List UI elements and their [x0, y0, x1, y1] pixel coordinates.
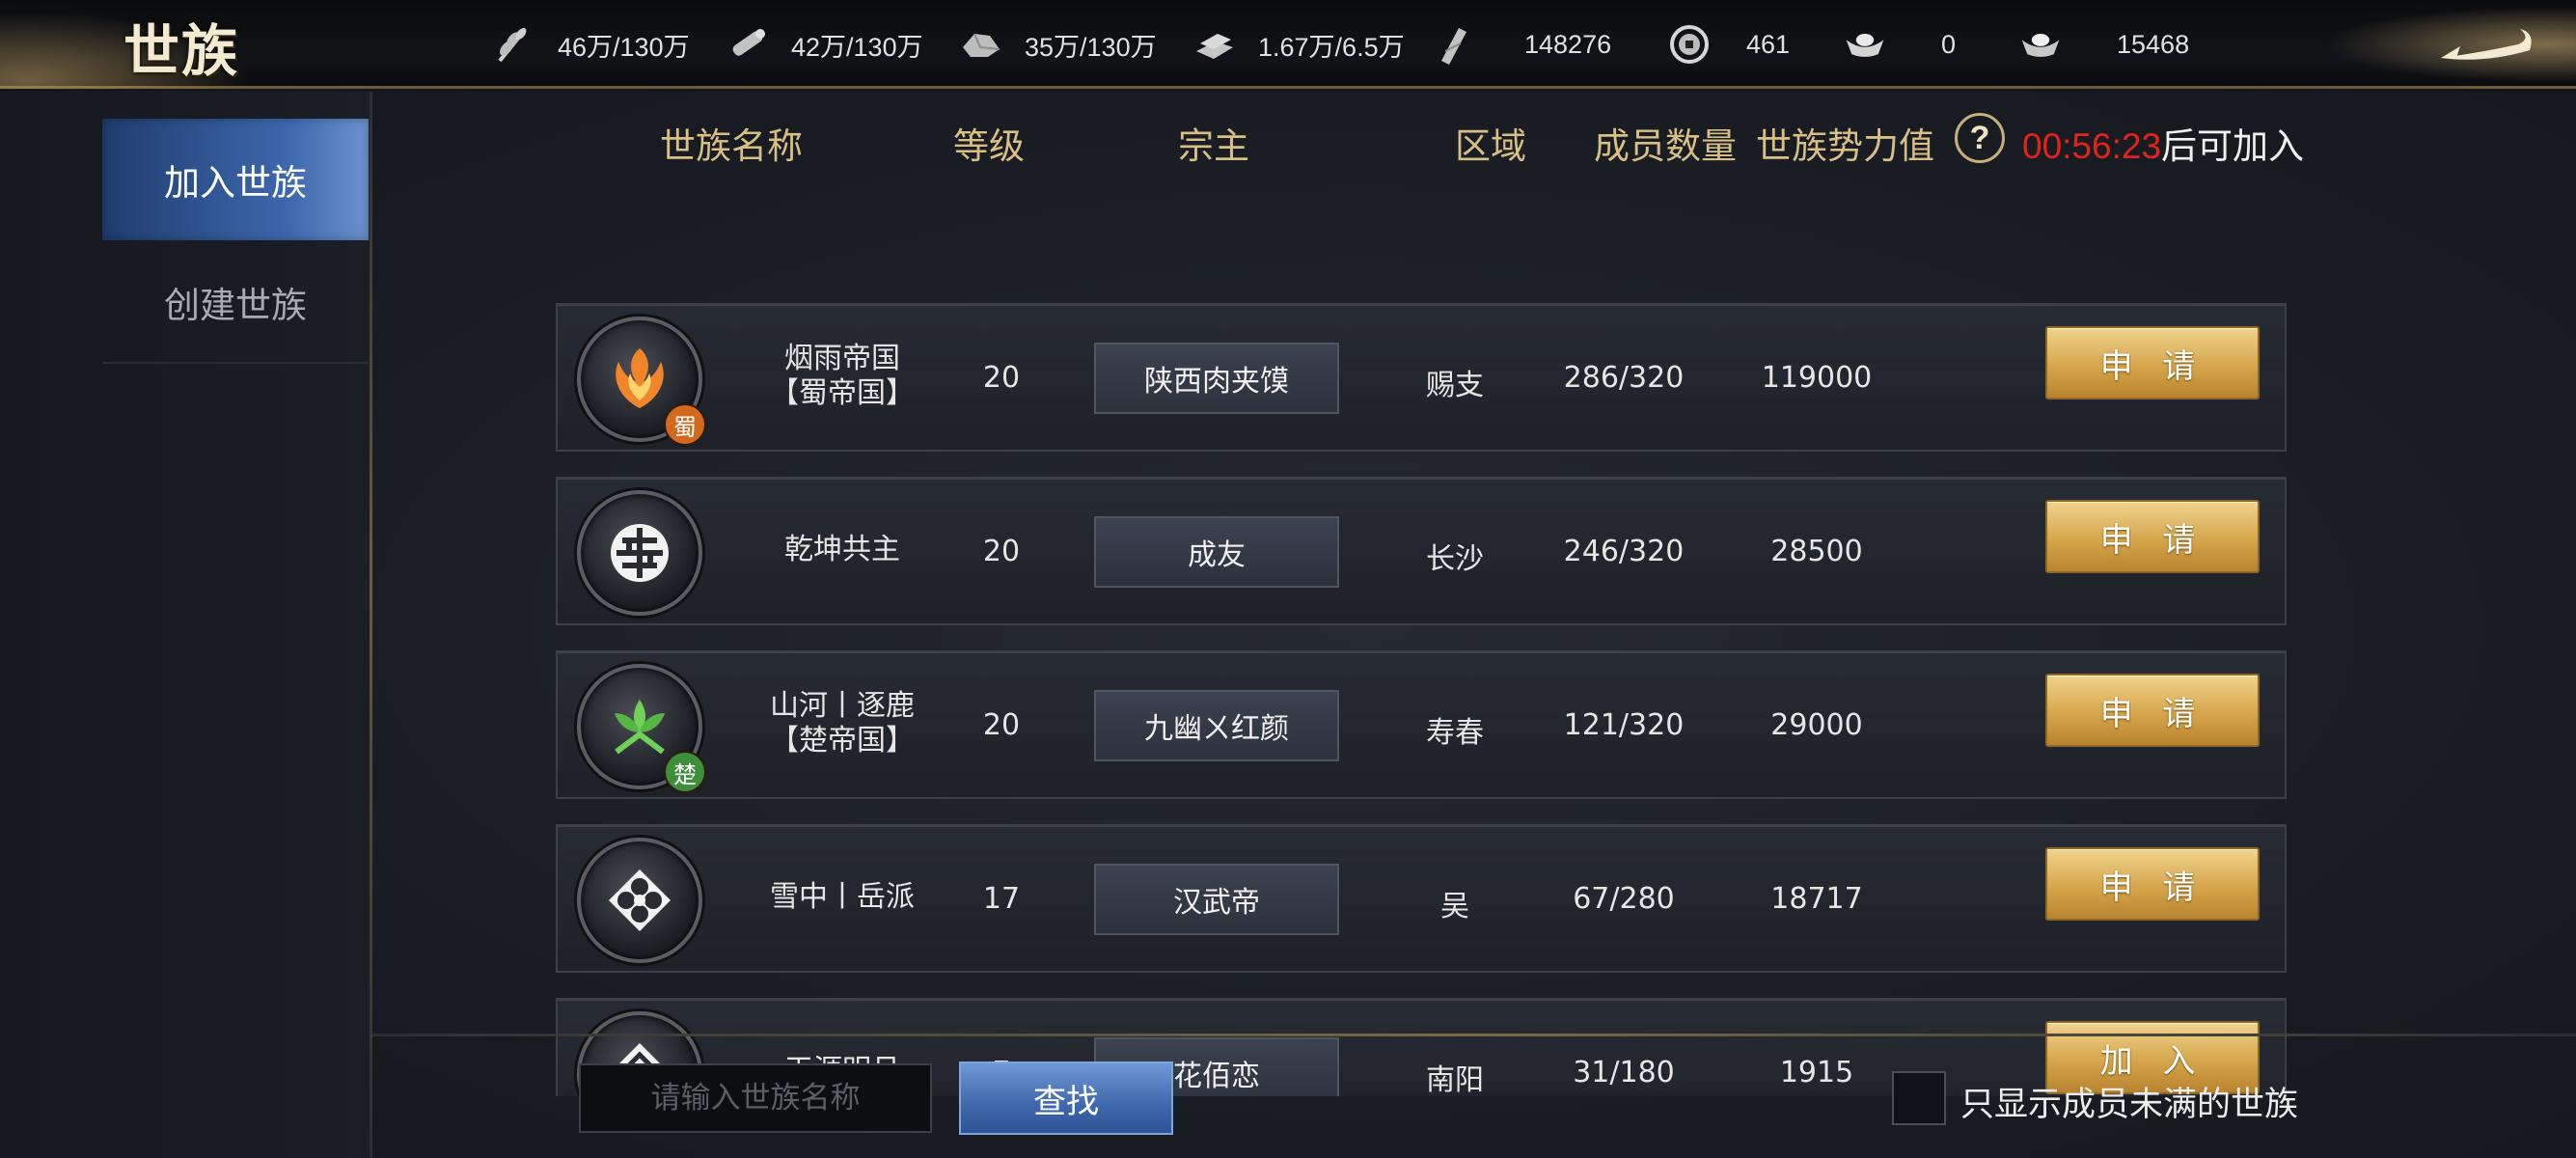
lotus-emblem-icon: 楚 — [577, 664, 706, 793]
clan-realm: 【蜀帝国】 — [770, 376, 915, 410]
resource-grain[interactable]: 46万/130万 — [492, 15, 690, 73]
clan-power: 18717 — [1770, 882, 1863, 916]
realm-badge: 楚 — [664, 751, 706, 793]
resource-copper[interactable]: 461 — [1667, 15, 1790, 73]
clan-power: 28500 — [1770, 535, 1863, 568]
resource-gold[interactable]: 0 — [1843, 15, 1956, 73]
column-header-region: 区域 — [1455, 125, 1526, 167]
flower-emblem-icon — [577, 838, 702, 963]
search-button[interactable]: 查找 — [959, 1062, 1173, 1135]
help-icon[interactable]: ? — [1955, 113, 2005, 163]
clan-name-line1: 山河丨逐鹿 — [770, 689, 915, 723]
resource-stone[interactable]: 35万/130万 — [959, 15, 1157, 73]
table-row[interactable]: 乾坤共主 20 成友 长沙 246/320 28500 申 请 — [556, 477, 2287, 625]
clan-level: 17 — [982, 882, 1021, 916]
column-header-level: 等级 — [953, 125, 1025, 167]
sidebar: 加入世族 创建世族 — [0, 92, 372, 1158]
clan-level: 20 — [982, 708, 1021, 742]
table-header: 世族名称 等级 宗主 区域 成员数量 世族势力值 ? 00:56:23后可加入 — [372, 92, 2576, 188]
clan-realm: 【楚帝国】 — [770, 724, 915, 758]
phoenix-emblem-icon: 蜀 — [577, 317, 706, 446]
countdown-suffix: 后可加入 — [2161, 125, 2305, 167]
apply-button[interactable]: 申 请 — [2045, 674, 2260, 747]
clan-power: 119000 — [1761, 361, 1873, 395]
member-count: 31/180 — [1573, 1056, 1675, 1089]
clan-region: 赐支 — [1426, 369, 1484, 402]
countdown-time: 00:56:23 — [2022, 126, 2162, 166]
member-count: 121/320 — [1563, 708, 1685, 742]
filter-not-full-checkbox[interactable] — [1892, 1071, 1946, 1125]
resource-decree[interactable]: 148276 — [1432, 15, 1611, 73]
clan-level: 20 — [982, 361, 1021, 395]
top-bar: 世族 46万/130万 42万/130万 35万/130万 1.67万/6.5万… — [0, 0, 2576, 89]
table-row[interactable]: 楚 山河丨逐鹿 【楚帝国】 20 九幽ㄨ红颜 寿春 121/320 29000 … — [556, 650, 2287, 799]
clan-name: 烟雨帝国 【蜀帝国】 — [722, 342, 963, 411]
resource-iron[interactable]: 1.67万/6.5万 — [1192, 15, 1405, 73]
footer-divider — [372, 1034, 2576, 1036]
column-header-leader: 宗主 — [1178, 125, 1249, 167]
back-arrow-icon — [2441, 29, 2532, 60]
table-row[interactable]: 蜀 烟雨帝国 【蜀帝国】 20 陕西肉夹馍 赐支 286/320 119000 … — [556, 303, 2287, 452]
table-row[interactable]: 雪中丨岳派 17 汉武帝 吴 67/280 18717 申 请 — [556, 824, 2287, 973]
apply-button[interactable]: 申 请 — [2045, 500, 2260, 573]
leader-name[interactable]: 陕西肉夹馍 — [1094, 343, 1339, 414]
realm-badge: 蜀 — [664, 403, 706, 446]
clan-region: 吴 — [1440, 890, 1469, 924]
copper-coin-icon — [1667, 22, 1712, 67]
leader-name[interactable]: 九幽ㄨ红颜 — [1094, 690, 1339, 761]
clan-name-line1: 烟雨帝国 — [784, 342, 900, 375]
clan-name: 山河丨逐鹿 【楚帝国】 — [722, 689, 963, 758]
leader-name[interactable]: 汉武帝 — [1094, 864, 1339, 935]
clan-list-panel: 世族名称 等级 宗主 区域 成员数量 世族势力值 ? 00:56:23后可加入 … — [372, 92, 2576, 1158]
filter-not-full-label: 只显示成员未满的世族 — [1960, 1086, 2299, 1124]
sidebar-item-join-clan[interactable]: 加入世族 — [102, 119, 369, 240]
clan-name: 乾坤共主 — [722, 533, 963, 567]
resource-value: 461 — [1746, 29, 1791, 59]
clan-list[interactable]: 蜀 烟雨帝国 【蜀帝国】 20 陕西肉夹馍 赐支 286/320 119000 … — [372, 207, 2576, 1096]
resource-value: 46万/130万 — [558, 32, 690, 62]
silver-ingot-icon — [2018, 22, 2063, 67]
longevity-emblem-icon — [577, 490, 702, 616]
stone-icon — [959, 22, 1003, 67]
wood-icon — [726, 22, 770, 67]
column-header-members: 成员数量 — [1594, 125, 1737, 167]
clan-region: 长沙 — [1426, 542, 1484, 576]
resource-silver[interactable]: 15468 — [2018, 15, 2189, 73]
clan-search-input[interactable] — [579, 1063, 932, 1133]
clan-region: 寿春 — [1426, 716, 1484, 750]
resource-value: 148276 — [1524, 29, 1612, 59]
apply-button[interactable]: 申 请 — [2045, 847, 2260, 921]
clan-region: 南阳 — [1426, 1063, 1484, 1096]
clan-level: 20 — [982, 535, 1021, 568]
resource-wood[interactable]: 42万/130万 — [726, 15, 923, 73]
resource-value: 15468 — [2117, 29, 2190, 59]
decree-icon — [1432, 22, 1476, 67]
clan-name: 雪中丨岳派 — [722, 880, 963, 915]
clan-name-line1: 乾坤共主 — [784, 533, 900, 566]
resource-value: 1.67万/6.5万 — [1258, 32, 1405, 62]
sidebar-item-label: 加入世族 — [164, 162, 307, 204]
sidebar-item-label: 创建世族 — [164, 285, 307, 326]
resource-value: 42万/130万 — [791, 32, 923, 62]
apply-button[interactable]: 申 请 — [2045, 326, 2260, 400]
member-count: 286/320 — [1563, 361, 1685, 395]
page-title: 世族 — [123, 18, 240, 84]
leader-name[interactable]: 成友 — [1094, 516, 1339, 588]
column-header-name: 世族名称 — [660, 125, 803, 167]
join-countdown: 00:56:23后可加入 — [2022, 117, 2304, 169]
gold-ingot-icon — [1843, 22, 1887, 67]
grain-icon — [492, 22, 536, 67]
sidebar-item-create-clan[interactable]: 创建世族 — [102, 242, 369, 364]
member-count: 67/280 — [1573, 882, 1675, 916]
column-header-power: 世族势力值 — [1756, 125, 1934, 167]
clan-name-line1: 雪中丨岳派 — [770, 880, 915, 914]
iron-icon — [1192, 22, 1237, 67]
back-button[interactable] — [2435, 14, 2541, 71]
clan-power: 1915 — [1779, 1056, 1854, 1089]
resource-value: 35万/130万 — [1025, 32, 1157, 62]
resource-value: 0 — [1941, 29, 1957, 59]
clan-power: 29000 — [1770, 708, 1863, 742]
member-count: 246/320 — [1563, 535, 1685, 568]
